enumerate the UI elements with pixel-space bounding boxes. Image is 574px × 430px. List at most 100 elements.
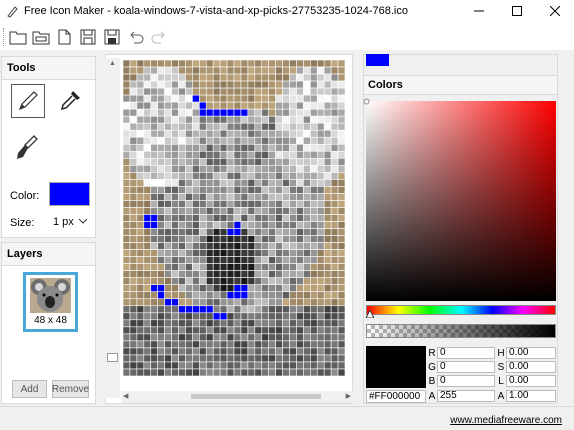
pixel-cell[interactable]	[199, 136, 207, 145]
pixel-cell[interactable]	[296, 101, 304, 110]
pixel-cell[interactable]	[261, 66, 269, 75]
pixel-cell[interactable]	[268, 277, 276, 286]
remove-layer-button[interactable]: Remove	[52, 380, 89, 398]
pixel-cell[interactable]	[330, 305, 339, 314]
add-layer-button[interactable]: Add	[12, 380, 47, 398]
pixel-cell[interactable]	[129, 158, 138, 166]
pixel-cell[interactable]	[337, 193, 345, 201]
pixel-cell[interactable]	[254, 235, 263, 243]
pixel-cell[interactable]	[129, 291, 138, 300]
pixel-cell[interactable]	[233, 291, 242, 300]
pixel-cell[interactable]	[129, 368, 138, 376]
pixel-cell[interactable]	[330, 200, 339, 208]
pixel-cell[interactable]	[310, 66, 318, 75]
pixel-cell[interactable]	[310, 122, 318, 131]
pixel-cell[interactable]	[178, 165, 186, 173]
pixel-cell[interactable]	[226, 319, 235, 328]
pixel-cell[interactable]	[323, 66, 332, 75]
pixel-cell[interactable]	[164, 186, 172, 194]
pixel-cell[interactable]	[289, 193, 297, 201]
pixel-cell[interactable]	[192, 73, 200, 82]
pixel-cell[interactable]	[136, 361, 145, 370]
pixel-cell[interactable]	[323, 172, 332, 180]
pixel-cell[interactable]	[212, 129, 221, 138]
pixel-cell[interactable]	[289, 129, 297, 138]
pixel-cell[interactable]	[219, 129, 228, 138]
pixel-cell[interactable]	[303, 347, 311, 356]
pixel-cell[interactable]	[157, 326, 165, 335]
pixel-cell[interactable]	[289, 143, 297, 152]
pixel-cell[interactable]	[330, 207, 339, 215]
pixel-cell[interactable]	[337, 108, 345, 117]
pixel-cell[interactable]	[303, 73, 311, 82]
pixel-cell[interactable]	[247, 284, 256, 293]
pixel-cell[interactable]	[303, 340, 311, 349]
pixel-cell[interactable]	[261, 340, 269, 349]
pixel-cell[interactable]	[212, 228, 221, 236]
pixel-cell[interactable]	[240, 122, 249, 131]
pixel-cell[interactable]	[150, 333, 158, 342]
pixel-cell[interactable]	[289, 94, 297, 103]
pixel-cell[interactable]	[219, 207, 228, 215]
pixel-cell[interactable]	[136, 249, 145, 257]
pixel-cell[interactable]	[157, 60, 165, 68]
pixel-cell[interactable]	[129, 80, 138, 89]
pixel-cell[interactable]	[192, 347, 200, 356]
pixel-cell[interactable]	[185, 305, 193, 314]
pixel-cell[interactable]	[303, 122, 311, 131]
pixel-cell[interactable]	[330, 94, 339, 103]
pixel-cell[interactable]	[316, 179, 325, 187]
pixel-cell[interactable]	[275, 60, 283, 68]
pixel-cell[interactable]	[310, 326, 318, 335]
pixel-cell[interactable]	[157, 108, 165, 117]
pixel-cell[interactable]	[310, 143, 318, 152]
pixel-cell[interactable]	[157, 312, 165, 321]
pixel-cell[interactable]	[296, 305, 304, 314]
pixel-cell[interactable]	[212, 108, 221, 117]
pixel-cell[interactable]	[275, 333, 283, 342]
pixel-cell[interactable]	[247, 214, 256, 222]
pixel-cell[interactable]	[178, 94, 186, 103]
pixel-cell[interactable]	[205, 136, 214, 145]
pixel-cell[interactable]	[233, 73, 242, 82]
pixel-cell[interactable]	[289, 87, 297, 96]
pixel-cell[interactable]	[261, 305, 269, 314]
pixel-cell[interactable]	[205, 165, 214, 173]
pixel-cell[interactable]	[157, 172, 165, 180]
pixel-cell[interactable]	[219, 312, 228, 321]
pixel-cell[interactable]	[233, 122, 242, 131]
pixel-cell[interactable]	[178, 73, 186, 82]
website-link[interactable]: www.mediafreeware.com	[450, 415, 562, 426]
pixel-cell[interactable]	[240, 284, 249, 293]
pixel-cell[interactable]	[226, 221, 235, 229]
pixel-cell[interactable]	[219, 291, 228, 300]
pixel-cell[interactable]	[261, 221, 269, 229]
pixel-cell[interactable]	[316, 87, 325, 96]
pixel-cell[interactable]	[240, 340, 249, 349]
pixel-cell[interactable]	[164, 228, 172, 236]
pixel-cell[interactable]	[247, 193, 256, 201]
pixel-cell[interactable]	[303, 179, 311, 187]
pixel-cell[interactable]	[254, 80, 263, 89]
pixel-cell[interactable]	[199, 361, 207, 370]
pixel-cell[interactable]	[282, 136, 290, 145]
pixel-cell[interactable]	[323, 150, 332, 159]
pixel-cell[interactable]	[323, 122, 332, 131]
pixel-cell[interactable]	[205, 326, 214, 335]
pixel-cell[interactable]	[282, 270, 290, 278]
pixel-cell[interactable]	[143, 165, 152, 173]
pixel-cell[interactable]	[164, 122, 172, 131]
pixel-cell[interactable]	[192, 305, 200, 314]
pixel-cell[interactable]	[129, 312, 138, 321]
pixel-cell[interactable]	[310, 312, 318, 321]
pixel-cell[interactable]	[178, 193, 186, 201]
pixel-cell[interactable]	[185, 66, 193, 75]
pixel-cell[interactable]	[185, 256, 193, 264]
pixel-cell[interactable]	[247, 333, 256, 342]
pixel-cell[interactable]	[199, 298, 207, 307]
pixel-cell[interactable]	[268, 340, 276, 349]
pixel-cell[interactable]	[240, 235, 249, 243]
pixel-cell[interactable]	[205, 186, 214, 194]
pixel-cell[interactable]	[123, 136, 131, 145]
pixel-cell[interactable]	[123, 66, 131, 75]
